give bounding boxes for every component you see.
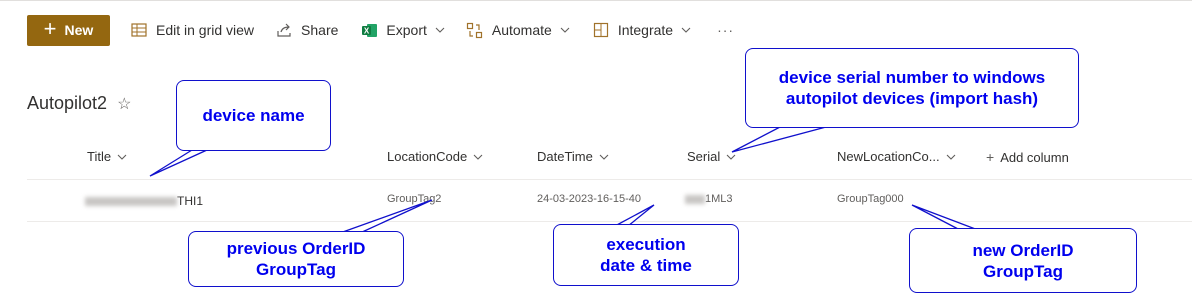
- pointer-previous: [339, 199, 433, 234]
- callout-text: autopilot devices (import hash): [785, 89, 1039, 108]
- callout-text: device serial number to windows: [778, 68, 1046, 87]
- callout-text: date & time: [600, 256, 692, 275]
- callout-text: previous OrderID: [226, 239, 366, 258]
- pointer-execution: [614, 204, 655, 227]
- callout-previous-orderid: previous OrderID GroupTag: [188, 231, 404, 287]
- pointer-device-name: [149, 149, 208, 177]
- callout-text: new OrderID: [972, 240, 1074, 260]
- callout-new-orderid: new OrderID GroupTag: [909, 228, 1137, 293]
- callout-text: device name: [202, 106, 305, 125]
- callout-device-name: device name: [176, 80, 331, 151]
- callout-serial: device serial number to windows autopilo…: [745, 48, 1079, 128]
- callout-execution: execution date & time: [553, 224, 739, 286]
- pointer-serial: [731, 126, 827, 153]
- callout-text: execution: [606, 235, 686, 254]
- callout-text: GroupTag: [983, 261, 1063, 281]
- pointer-new: [911, 204, 979, 231]
- callout-text: GroupTag: [256, 260, 336, 279]
